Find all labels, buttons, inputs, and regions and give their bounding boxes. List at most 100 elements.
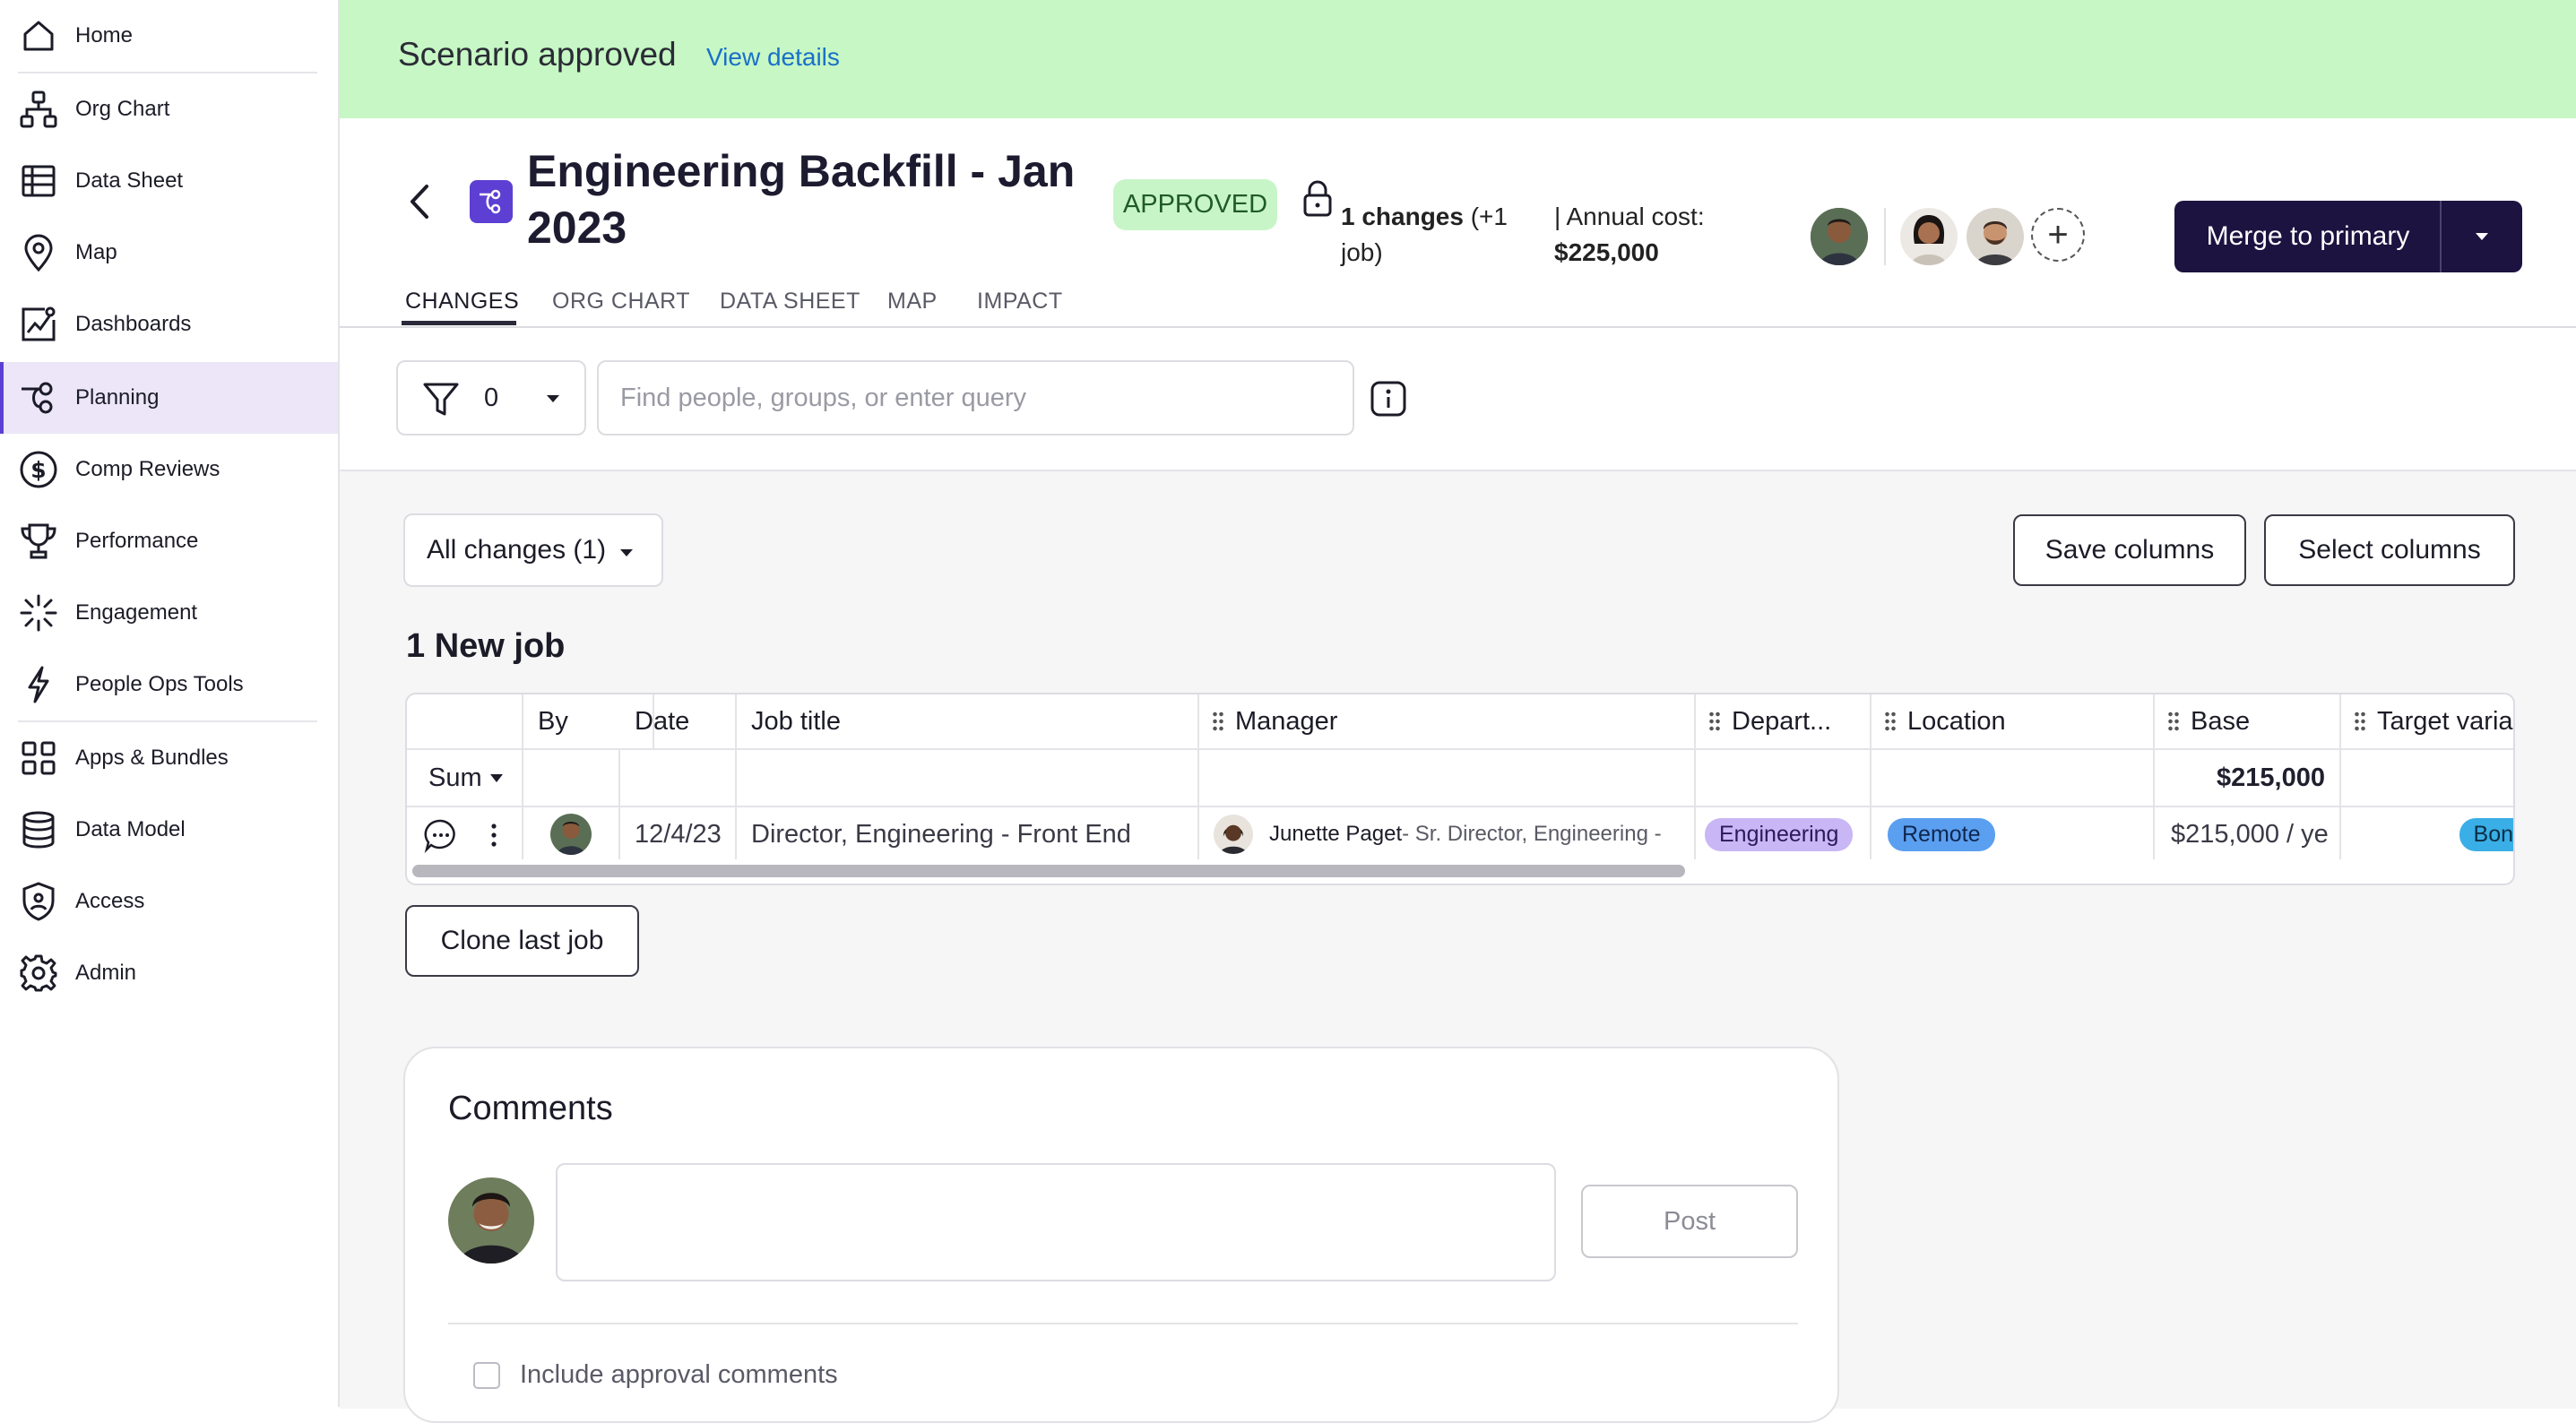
add-collaborator-button[interactable]: + — [2031, 208, 2085, 262]
sidebar-item-people-ops-tools[interactable]: People Ops Tools — [0, 651, 338, 719]
table-cell-base[interactable]: $215,000 / ye — [2155, 807, 2341, 861]
manager-title: - Sr. Director, Engineering - — [1402, 822, 1662, 846]
table-header-base[interactable]: Base — [2155, 694, 2341, 748]
active-tab-indicator — [402, 321, 516, 325]
more-options-icon[interactable] — [489, 822, 498, 849]
drag-handle-icon[interactable] — [1212, 711, 1224, 732]
scrollbar-thumb[interactable] — [412, 865, 1685, 877]
tab-map[interactable]: MAP — [887, 289, 938, 315]
changes-filter-label: All changes (1) — [427, 535, 607, 565]
sidebar-item-label: Planning — [75, 385, 160, 410]
clone-last-job-button[interactable]: Clone last job — [405, 905, 639, 977]
sidebar-item-performance[interactable]: Performance — [0, 507, 338, 575]
gear-icon — [18, 953, 59, 994]
section-title: 1 New job — [406, 627, 566, 665]
back-arrow-icon[interactable] — [402, 179, 437, 224]
changes-table: By Date Job title Manager Depart... Loca… — [405, 693, 2515, 885]
avatar[interactable] — [1967, 208, 2024, 265]
select-columns-button[interactable]: Select columns — [2264, 514, 2515, 586]
avatar — [550, 814, 592, 855]
column-label: Location — [1907, 706, 2006, 736]
svg-text:$: $ — [30, 457, 46, 483]
shield-icon — [18, 881, 59, 922]
table-header-location[interactable]: Location — [1871, 694, 2155, 748]
sidebar-item-access[interactable]: Access — [0, 867, 338, 936]
comment-icon[interactable] — [423, 817, 459, 853]
sum-select[interactable]: Sum — [407, 750, 523, 806]
drag-handle-icon[interactable] — [1884, 711, 1897, 732]
sidebar-item-comp-reviews[interactable]: $ Comp Reviews — [0, 436, 338, 504]
divider — [18, 720, 317, 722]
avatar[interactable] — [1900, 208, 1958, 265]
column-label: Depart... — [1732, 706, 1832, 736]
sidebar-item-label: Data Model — [75, 817, 186, 841]
base-sum: $215,000 — [2155, 750, 2341, 806]
drag-handle-icon[interactable] — [2354, 711, 2366, 732]
sidebar-item-label: Home — [75, 23, 134, 47]
avatar[interactable] — [1811, 208, 1868, 265]
changes-summary: 1 changes (+1 job) — [1341, 199, 1538, 271]
cost-value: $225,000 — [1554, 238, 1659, 266]
table-header-by-label: By — [538, 706, 568, 736]
merge-to-primary-button[interactable]: Merge to primary — [2174, 201, 2522, 272]
changes-filter-select[interactable]: All changes (1) — [403, 513, 663, 587]
scenario-icon — [470, 180, 513, 223]
save-columns-button[interactable]: Save columns — [2013, 514, 2246, 586]
avatar — [1214, 815, 1253, 854]
org-chart-icon — [18, 89, 59, 130]
sidebar-item-admin[interactable]: Admin — [0, 939, 338, 1007]
comments-panel: Comments Post Include approval comments — [403, 1047, 1839, 1423]
sidebar-item-planning[interactable]: Planning — [0, 362, 338, 434]
divider — [1884, 208, 1886, 265]
table-header-target-variable[interactable]: Target varia — [2341, 694, 2513, 748]
table-cell-location[interactable]: Remote — [1871, 807, 2155, 861]
table-cell-manager[interactable]: Junette Paget - Sr. Director, Engineerin… — [1199, 807, 1696, 861]
sidebar-item-label: Apps & Bundles — [75, 746, 229, 770]
search-input[interactable] — [597, 360, 1354, 436]
sidebar-item-home[interactable]: Home — [0, 2, 338, 70]
sum-label: Sum — [428, 763, 482, 792]
sidebar-item-data-sheet[interactable]: Data Sheet — [0, 147, 338, 215]
plus-icon: + — [2047, 214, 2069, 254]
sidebar-item-apps-bundles[interactable]: Apps & Bundles — [0, 724, 338, 792]
drag-handle-icon[interactable] — [2167, 711, 2180, 732]
table-cell — [1696, 750, 1871, 806]
lock-icon — [1301, 179, 1334, 219]
sidebar-item-map[interactable]: Map — [0, 219, 338, 287]
sidebar-item-label: Comp Reviews — [75, 457, 220, 481]
sidebar-item-data-model[interactable]: Data Model — [0, 796, 338, 864]
table-cell-target-variable[interactable]: Bon — [2341, 807, 2513, 861]
target-variable-pill: Bon — [2459, 817, 2513, 851]
post-button[interactable]: Post — [1581, 1185, 1798, 1258]
tab-impact[interactable]: IMPACT — [977, 289, 1063, 315]
filter-icon — [423, 383, 459, 416]
info-icon[interactable] — [1370, 381, 1406, 417]
merge-dropdown-button[interactable] — [2442, 201, 2522, 272]
table-cell-date[interactable]: 12/4/23 — [620, 807, 737, 861]
caret-down-icon — [547, 395, 559, 402]
table-header-job-title[interactable]: Job title — [737, 694, 1199, 748]
tab-data-sheet[interactable]: DATA SHEET — [720, 289, 860, 315]
table-cell-department[interactable]: Engineering — [1696, 807, 1871, 861]
sidebar-item-engagement[interactable]: Engagement — [0, 579, 338, 647]
include-approval-checkbox[interactable] — [473, 1362, 500, 1389]
filter-button[interactable]: 0 — [396, 360, 586, 436]
sidebar-item-dashboards[interactable]: Dashboards — [0, 290, 338, 358]
caret-down-icon — [2476, 233, 2488, 240]
sidebar: Home Org Chart Data Sheet Map Dashboards… — [0, 0, 340, 1407]
tab-changes[interactable]: CHANGES — [405, 289, 519, 315]
column-label: Base — [2191, 706, 2251, 736]
table-header-department[interactable]: Depart... — [1696, 694, 1871, 748]
table-cell-job-title[interactable]: Director, Engineering - Front End — [737, 807, 1199, 861]
sidebar-item-org-chart[interactable]: Org Chart — [0, 75, 338, 143]
table-header-date[interactable]: Date — [620, 694, 737, 748]
table-header-manager[interactable]: Manager — [1199, 694, 1696, 748]
apps-icon — [18, 737, 59, 779]
drag-handle-icon[interactable] — [1708, 711, 1721, 732]
tab-org-chart[interactable]: ORG CHART — [552, 289, 690, 315]
comment-input[interactable] — [556, 1163, 1556, 1281]
divider — [18, 72, 317, 73]
filter-count: 0 — [484, 384, 499, 412]
view-details-link[interactable]: View details — [706, 43, 840, 72]
database-icon — [18, 809, 59, 850]
